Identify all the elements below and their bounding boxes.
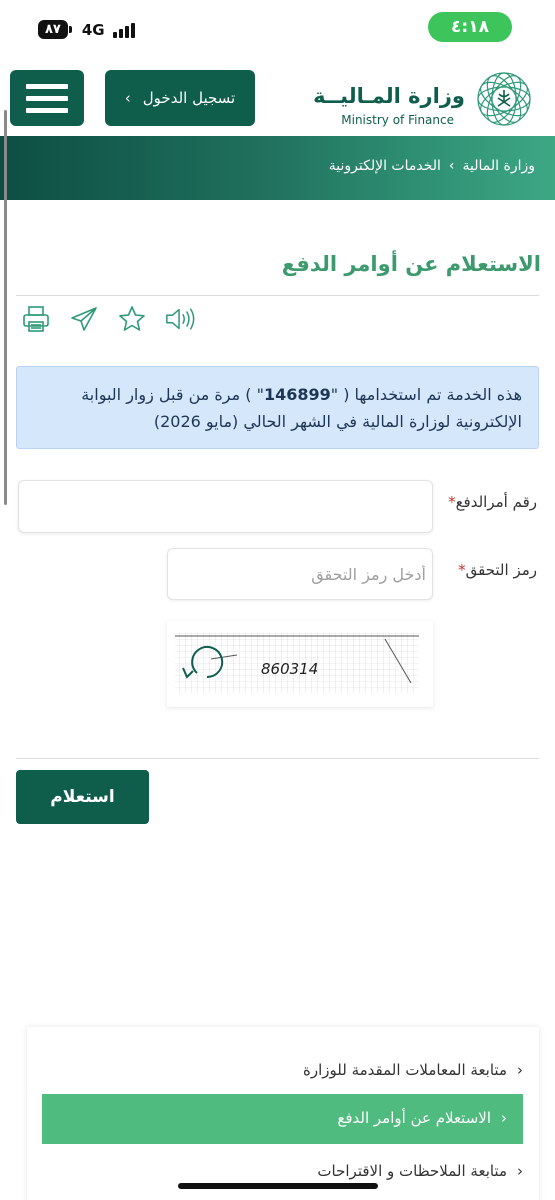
breadcrumb: وزارة المالية › الخدمات الإلكترونية	[329, 158, 535, 174]
home-indicator[interactable]	[178, 1183, 378, 1189]
scrollbar[interactable]	[4, 110, 7, 505]
list-item-track-feedback[interactable]: ‹ متابعة الملاحظات و الاقتراحات	[317, 1162, 523, 1180]
list-item-label: متابعة الملاحظات و الاقتراحات	[317, 1162, 507, 1180]
share-icon[interactable]	[68, 302, 100, 336]
active-item-content: ‹ الاستعلام عن أوامر الدفع	[337, 1109, 507, 1127]
breadcrumb-separator-icon: ›	[448, 158, 455, 174]
required-mark: *	[458, 561, 466, 579]
status-bar: ٨٧ 4G ٤:١٨	[0, 0, 555, 62]
usage-text-before: هذه الخدمة تم استخدامها ( "	[330, 385, 522, 404]
payment-order-label-text: رقم أمرالدفع	[455, 493, 537, 511]
site-header: تسجيل الدخول › وزارة المـاليــة Ministry…	[0, 62, 555, 136]
signal-icon	[112, 22, 135, 38]
speaker-icon[interactable]	[164, 302, 196, 336]
form-divider	[16, 758, 539, 759]
list-item-track-transactions[interactable]: ‹ متابعة المعاملات المقدمة للوزارة	[303, 1061, 523, 1079]
verification-label-text: رمز التحقق	[465, 561, 537, 579]
breadcrumb-item-eservices[interactable]: الخدمات الإلكترونية	[329, 158, 441, 174]
captcha-image: 860314	[167, 621, 433, 707]
list-item-label: الاستعلام عن أوامر الدفع	[337, 1109, 491, 1127]
captcha-code-text: 860314	[261, 660, 318, 678]
verification-code-input[interactable]	[167, 548, 433, 600]
chevron-left-icon: ‹	[517, 1162, 523, 1180]
hamburger-menu-button[interactable]	[10, 70, 84, 126]
title-divider	[16, 295, 539, 296]
network-type: 4G	[81, 20, 105, 39]
breadcrumb-banner: وزارة المالية › الخدمات الإلكترونية	[0, 136, 555, 200]
usage-count: 146899	[263, 385, 331, 404]
list-item-label: متابعة المعاملات المقدمة للوزارة	[303, 1061, 507, 1079]
logo-text-arabic: وزارة المـاليــة	[313, 84, 465, 108]
submit-inquiry-button[interactable]: استعلام	[16, 770, 149, 824]
chevron-left-icon: ‹	[501, 1109, 507, 1127]
payment-order-label: رقم أمرالدفع*	[448, 493, 537, 511]
ministry-emblem-icon	[477, 72, 531, 126]
required-mark: *	[448, 493, 456, 511]
ministry-logo[interactable]: وزارة المـاليــة Ministry of Finance	[313, 66, 543, 132]
usage-info-box: هذه الخدمة تم استخدامها ( "146899" ) مرة…	[16, 366, 539, 449]
clock-time: ٤:١٨	[428, 12, 512, 42]
login-label: تسجيل الدخول	[142, 89, 236, 107]
breadcrumb-item-ministry[interactable]: وزارة المالية	[463, 158, 535, 174]
page-tools	[20, 302, 196, 336]
payment-order-input[interactable]	[18, 480, 433, 533]
star-icon[interactable]	[116, 302, 148, 336]
login-button[interactable]: تسجيل الدخول ›	[105, 70, 255, 126]
battery-indicator: ٨٧	[38, 20, 72, 39]
chevron-left-icon: ‹	[517, 1061, 523, 1079]
status-left: ٨٧ 4G	[38, 20, 135, 39]
verification-label: رمز التحقق*	[458, 561, 537, 579]
print-icon[interactable]	[20, 302, 52, 336]
page-title: الاستعلام عن أوامر الدفع	[281, 252, 541, 276]
logo-text-english: Ministry of Finance	[341, 113, 454, 127]
chevron-left-icon: ›	[124, 89, 131, 107]
list-item-payment-orders-active[interactable]: ‹ الاستعلام عن أوامر الدفع	[42, 1094, 523, 1144]
